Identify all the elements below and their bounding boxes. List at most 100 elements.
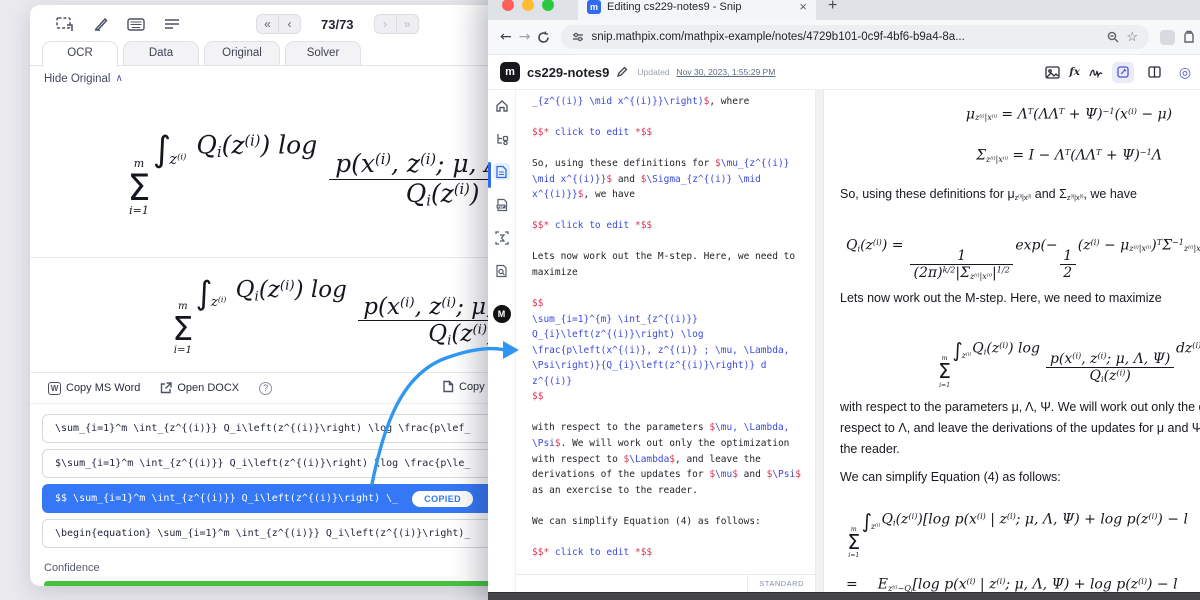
editor-line[interactable]: ▾$$ — [532, 296, 813, 312]
forward-button[interactable]: → — [519, 29, 531, 45]
copy-ms-word-button[interactable]: W Copy MS Word — [48, 382, 140, 395]
editor-line[interactable] — [532, 405, 813, 421]
editor-line[interactable]: $$ — [532, 389, 813, 405]
editor-line[interactable]: with respect to $\Lambda$, and leave the — [532, 452, 813, 468]
tab-original[interactable]: Original — [204, 41, 280, 65]
keyboard-icon[interactable] — [126, 15, 146, 33]
snip-favicon: m — [587, 0, 601, 14]
handwriting-icon[interactable] — [1089, 67, 1103, 78]
word-icon: W — [48, 382, 61, 395]
editor-line[interactable]: ▸$$* click to edit *$$ — [532, 125, 813, 141]
pen-icon[interactable] — [90, 15, 110, 33]
preview-content: μz(i)|x(i) = ΛT(ΛΛT + Ψ)−1(x(i) − μ)Σz(i… — [832, 90, 1200, 592]
editor-line[interactable]: Lets now work out the M-step. Here, we n… — [532, 249, 813, 265]
help-icon[interactable]: ? — [259, 382, 272, 395]
tab-solver[interactable]: Solver — [285, 41, 361, 65]
preview-block: So, using these definitions for μz(i)|x(… — [840, 186, 1200, 206]
extensions-icon[interactable] — [1182, 30, 1196, 44]
editor-line[interactable] — [532, 498, 813, 514]
browser-tab[interactable]: m Editing cs229-notes9 - Snip × — [578, 0, 816, 20]
active-rail-indicator — [488, 162, 491, 188]
editor-line[interactable] — [532, 203, 813, 219]
screen-capture-icon[interactable] — [54, 15, 74, 33]
traffic-lights — [502, 0, 554, 11]
browser-tab-strip: m Editing cs229-notes9 - Snip × + — [488, 0, 1200, 20]
preview-block: Qi(z(i)) = 1(2π)k/2|Σz(i)|x(i)|1/2exp(−1… — [832, 215, 1200, 281]
editor-line[interactable]: maximize — [532, 265, 813, 281]
prev-page-button[interactable]: ‹ — [278, 15, 300, 33]
mathpix-logo: m — [500, 62, 520, 82]
preview-block: with respect to the parameters μ, Λ, Ψ. … — [840, 397, 1200, 460]
lines-icon[interactable] — [162, 15, 182, 33]
editor-line[interactable]: Q_{i}\left(z^{(i)}\right) \log — [532, 327, 813, 343]
close-tab-icon[interactable]: × — [799, 0, 807, 14]
tree-icon[interactable] — [493, 130, 510, 147]
pdf-icon[interactable]: PDF — [493, 196, 510, 213]
profile-icon[interactable] — [1160, 30, 1175, 45]
browser-tab-title: Editing cs229-notes9 - Snip — [607, 1, 793, 13]
last-page-button[interactable]: » — [396, 15, 418, 33]
edit-mode-button[interactable] — [1112, 62, 1134, 83]
minimize-window-button[interactable] — [522, 0, 534, 11]
address-bar[interactable]: snip.mathpix.com/mathpix-example/notes/4… — [561, 25, 1149, 49]
editor-line[interactable]: \Psi$. We will work out only the optimiz… — [532, 436, 813, 452]
editor-line[interactable]: \frac{p\left(x^{(i)}, z^{(i)} ; \mu, \La… — [532, 343, 813, 359]
editor-line[interactable] — [532, 110, 813, 126]
screen: « ‹ 73/73 › » OCR Data Original Solver H… — [0, 0, 1200, 600]
editor-line[interactable]: So, using these definitions for $\mu_{z^… — [532, 156, 813, 172]
back-button[interactable]: ← — [500, 29, 512, 45]
updated-date-link[interactable]: Nov 30, 2023, 1:55:29 PM — [677, 67, 776, 77]
notes-icon[interactable] — [493, 163, 510, 180]
standard-mode-label[interactable]: STANDARD — [747, 575, 815, 592]
bookmark-star-icon[interactable]: ☆ — [1126, 29, 1138, 45]
pane-divider[interactable] — [816, 90, 824, 592]
browser-toolbar: ← → snip.mathpix.com/mathpix-example/not… — [488, 20, 1200, 55]
close-window-button[interactable] — [502, 0, 514, 11]
side-rail: PDF M — [488, 90, 516, 592]
editor-line[interactable]: \Psi\right)}{Q_{i}\left(z^{(i)}\right)} … — [532, 358, 813, 374]
editor-line[interactable] — [532, 234, 813, 250]
editor-line[interactable]: derivations of the updates for $\mu$ and… — [532, 467, 813, 483]
chevron-up-icon: ∧ — [115, 73, 122, 84]
new-tab-button[interactable]: + — [828, 0, 837, 15]
next-page-button[interactable]: › — [375, 15, 396, 33]
editor-line[interactable]: with respect to the parameters $\mu, \La… — [532, 420, 813, 436]
user-avatar[interactable]: M — [493, 305, 511, 323]
rename-icon[interactable] — [616, 66, 628, 78]
page-icon — [442, 380, 454, 393]
editor-line[interactable]: as an exercise to the reader. — [532, 483, 813, 499]
tab-ocr[interactable]: OCR — [42, 41, 118, 66]
editor-line[interactable]: ▸$$* click to edit *$$ — [532, 545, 813, 561]
browser-window: m Editing cs229-notes9 - Snip × + ← → sn… — [488, 0, 1200, 600]
fx-icon[interactable]: fx — [1069, 66, 1080, 78]
open-docx-button[interactable]: Open DOCX — [160, 382, 239, 394]
markdown-editor-pane[interactable]: _{z^{(i)} \mid x^{(i)}}\right)$, where ▸$… — [516, 90, 816, 592]
editor-line[interactable]: We can simplify Equation (4) as follows: — [532, 514, 813, 530]
zoom-page-icon[interactable] — [1107, 31, 1119, 43]
editor-line[interactable] — [532, 141, 813, 157]
editor-line[interactable]: \mid x^{(i)}}$ and $\Sigma_{z^{(i)} \mid — [532, 172, 813, 188]
image-icon[interactable] — [1045, 66, 1060, 79]
editor-line[interactable]: ▸$$* click to edit *$$ — [532, 218, 813, 234]
editor-line[interactable] — [532, 281, 813, 297]
editor-lines[interactable]: _{z^{(i)} \mid x^{(i)}}\right)$, where ▸$… — [532, 94, 813, 574]
note-toolbar: fx ◎ — [1045, 62, 1196, 83]
editor-status-bar: STANDARD — [516, 574, 815, 592]
zoom-window-button[interactable] — [542, 0, 554, 11]
preview-block: μz(i)|x(i) = ΛT(ΛΛT + Ψ)−1(x(i) − μ)Σz(i… — [832, 94, 1200, 177]
editor-line[interactable] — [532, 529, 813, 545]
preview-mode-button[interactable]: ◎ — [1174, 62, 1196, 83]
editor-line[interactable]: _{z^{(i)} \mid x^{(i)}}\right)$, where — [532, 94, 813, 110]
first-page-button[interactable]: « — [257, 15, 278, 33]
split-view-button[interactable] — [1143, 62, 1165, 83]
copied-badge: COPIED — [412, 491, 473, 507]
site-info-icon[interactable] — [572, 31, 584, 43]
editor-line[interactable]: x^{(i)}}$, we have — [532, 187, 813, 203]
editor-line[interactable]: z^{(i)} — [532, 374, 813, 390]
tab-data[interactable]: Data — [123, 41, 199, 65]
snip-sigma-icon[interactable] — [493, 229, 510, 246]
editor-line[interactable]: \sum_{i=1}^{m} \int_{z^{(i)}} — [532, 312, 813, 328]
reload-button[interactable] — [537, 31, 550, 44]
home-icon[interactable] — [493, 97, 510, 114]
doc-search-icon[interactable] — [493, 262, 510, 279]
